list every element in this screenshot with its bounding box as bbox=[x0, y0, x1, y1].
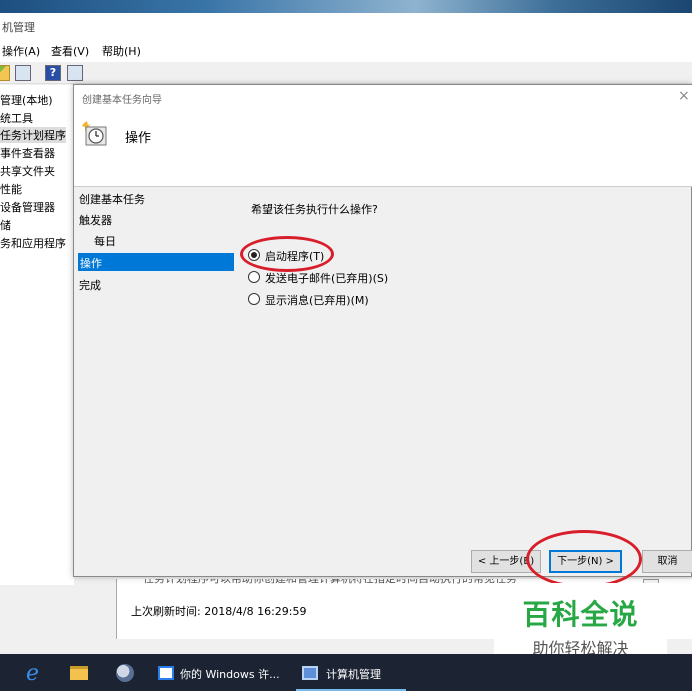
taskbar-label: 你的 Windows 许... bbox=[180, 668, 280, 681]
step-action: 操作 bbox=[78, 253, 234, 271]
help-icon[interactable]: ? bbox=[45, 65, 61, 81]
action-question: 希望该任务执行什么操作? bbox=[251, 203, 378, 216]
computer-icon bbox=[302, 666, 318, 680]
wizard-titlebar: 创建基本任务向导 × bbox=[74, 85, 692, 111]
tree-item-root[interactable]: 管理(本地) bbox=[0, 92, 53, 108]
tree-item-shared-folders[interactable]: 共享文件夹 bbox=[0, 163, 55, 179]
summary-text: 任务计划程序可以帮助你创建和管理计算机将在指定时间自动执行的常见任务 bbox=[143, 579, 517, 585]
taskbar-item-computer-management[interactable]: 计算机管理 bbox=[296, 654, 406, 691]
console-icon[interactable] bbox=[15, 65, 31, 81]
wizard-header: 操作 bbox=[74, 111, 692, 187]
watermark-title: 百科全说 bbox=[522, 598, 639, 631]
taskbar-label: 计算机管理 bbox=[326, 668, 381, 681]
panel-icon[interactable] bbox=[67, 65, 83, 81]
back-button[interactable]: < 上一步(B) bbox=[471, 550, 541, 573]
server-tools-icon[interactable] bbox=[116, 664, 134, 682]
next-button[interactable]: 下一步(N) > bbox=[549, 550, 622, 573]
radio-start-program[interactable] bbox=[248, 249, 260, 261]
last-refresh-text: 上次刷新时间: 2018/4/8 16:29:59 bbox=[131, 605, 307, 618]
menu-bar: 操作(A) 查看(V) 帮助(H) bbox=[0, 37, 692, 62]
wizard-heading: 操作 bbox=[125, 131, 152, 146]
parent-window-title: 机管理 bbox=[2, 21, 35, 34]
tree-item-system-tools[interactable]: 统工具 bbox=[0, 110, 33, 126]
option-label[interactable]: 启动程序(T) bbox=[265, 248, 324, 264]
navigation-tree: 管理(本地) 统工具 任务计划程序 事件查看器 共享文件夹 性能 设备管理器 储… bbox=[0, 85, 74, 585]
tree-item-performance[interactable]: 性能 bbox=[0, 181, 22, 197]
taskbar: e 你的 Windows 许... 计算机管理 bbox=[0, 654, 692, 691]
taskbar-item-windows-license[interactable]: 你的 Windows 许... bbox=[152, 654, 288, 691]
tree-item-device-manager[interactable]: 设备管理器 bbox=[0, 199, 55, 215]
step-trigger: 触发器 bbox=[79, 214, 112, 227]
step-daily: 每日 bbox=[94, 235, 116, 248]
wizard-title: 创建基本任务向导 bbox=[82, 95, 162, 106]
folder-icon[interactable] bbox=[0, 65, 10, 81]
internet-explorer-icon[interactable]: e bbox=[26, 661, 39, 686]
tree-item-event-viewer[interactable]: 事件查看器 bbox=[0, 145, 55, 161]
menu-help[interactable]: 帮助(H) bbox=[102, 43, 141, 59]
file-explorer-icon[interactable] bbox=[70, 666, 88, 680]
create-basic-task-wizard: 创建基本任务向导 × 操作 创建基本任务 触发器 每日 操作 完成 希望该任务执… bbox=[73, 84, 692, 577]
option-label[interactable]: 显示消息(已弃用)(M) bbox=[265, 292, 369, 308]
window-icon bbox=[158, 666, 174, 680]
radio-show-message[interactable] bbox=[248, 293, 260, 305]
radio-send-email[interactable] bbox=[248, 271, 260, 283]
option-label[interactable]: 发送电子邮件(已弃用)(S) bbox=[265, 270, 388, 286]
menu-view[interactable]: 查看(V) bbox=[51, 43, 89, 59]
menu-action[interactable]: 操作(A) bbox=[2, 43, 40, 59]
step-create-basic-task: 创建基本任务 bbox=[79, 193, 145, 206]
toolbar: ? bbox=[0, 62, 692, 84]
wizard-steps: 创建基本任务 触发器 每日 操作 完成 bbox=[74, 188, 234, 488]
task-clock-icon bbox=[82, 121, 107, 146]
tree-item-storage[interactable]: 储 bbox=[0, 217, 11, 233]
desktop-background bbox=[0, 0, 692, 13]
close-icon[interactable]: × bbox=[678, 88, 690, 104]
tree-item-task-scheduler[interactable]: 任务计划程序 bbox=[0, 127, 66, 143]
tree-item-services[interactable]: 务和应用程序 bbox=[0, 235, 66, 251]
cancel-button[interactable]: 取消 bbox=[642, 550, 692, 573]
watermark: 百科全说 助你轻松解决 bbox=[494, 583, 667, 665]
step-finish: 完成 bbox=[79, 279, 101, 292]
parent-titlebar: 机管理 bbox=[0, 13, 692, 37]
